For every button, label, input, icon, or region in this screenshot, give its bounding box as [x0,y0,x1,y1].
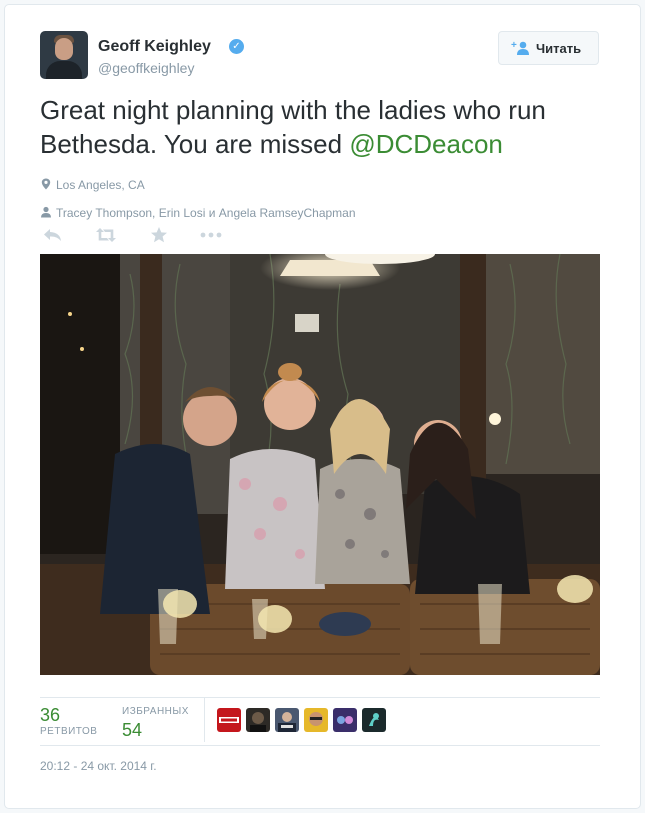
location-text: Los Angeles, CA [56,178,145,192]
stats-bottom-divider [40,745,600,746]
location-pin-icon [41,178,51,190]
follow-button-label: Читать [536,41,582,56]
svg-text:+: + [511,40,517,51]
follow-button[interactable]: + Читать [498,31,599,65]
tweet-timestamp[interactable]: 20:12 - 24 окт. 2014 г. [40,759,157,773]
location-line[interactable]: Los Angeles, CA [40,178,145,192]
reply-icon[interactable] [42,226,64,244]
person-icon [41,206,51,218]
tweet-text: Great night planning with the ladies who… [40,93,610,161]
avatar[interactable] [40,31,88,79]
retweet-icon[interactable] [94,226,118,244]
favoriter-avatar[interactable] [275,708,299,732]
add-user-icon: + [511,40,529,55]
user-handle[interactable]: @geoffkeighley [98,60,194,76]
favoriter-avatar[interactable] [362,708,386,732]
favoriter-avatar[interactable] [304,708,328,732]
tweet-photo[interactable] [40,254,600,675]
retweet-count[interactable]: 36 [40,705,60,726]
stats-vertical-divider [204,698,205,742]
mention-link[interactable]: @DCDeacon [349,129,503,159]
tagged-users-line[interactable]: Tracey Thompson, Erin Losi и Angela Rams… [40,206,356,220]
favoriter-avatar[interactable] [246,708,270,732]
verified-badge-icon: ✓ [229,39,244,54]
favoriter-avatar[interactable] [217,708,241,732]
photo-image [40,254,600,675]
user-name[interactable]: Geoff Keighley [98,38,211,56]
retweet-label: РЕТВИТОВ [40,726,98,737]
favorite-label: ИЗБРАННЫХ [122,706,189,717]
more-icon[interactable] [198,226,224,244]
tagged-users-text: Tracey Thompson, Erin Losi и Angela Rams… [56,206,356,220]
favorite-icon[interactable] [148,226,170,244]
favoriter-avatar[interactable] [333,708,357,732]
stats-top-divider [40,697,600,698]
favorite-count[interactable]: 54 [122,720,142,741]
